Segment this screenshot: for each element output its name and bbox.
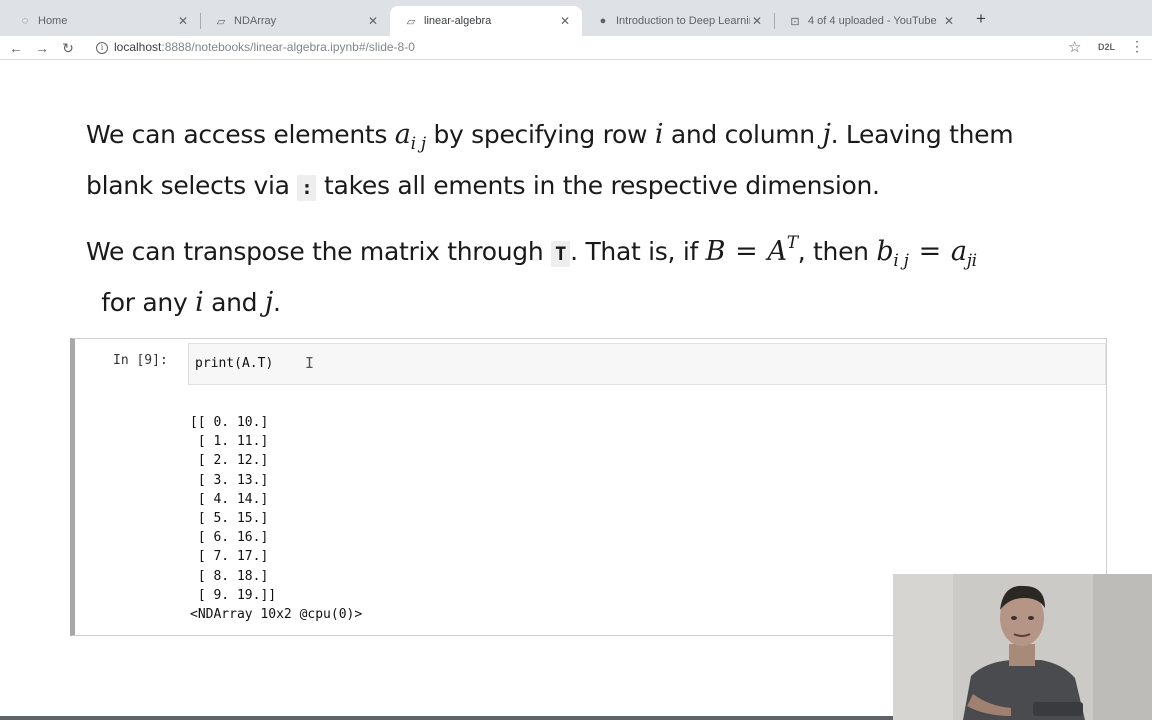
output-line: [ 8. 18.]	[190, 568, 269, 584]
browser-toolbar: ← → ↻ i localhost:8888/notebooks/linear-…	[0, 36, 1152, 60]
close-icon[interactable]: ✕	[176, 14, 190, 28]
text: for any	[86, 288, 196, 317]
output-line: [ 1. 11.]	[190, 434, 269, 450]
notebook-icon: ▱	[216, 15, 226, 28]
text: , then	[797, 237, 877, 266]
text: and	[203, 288, 265, 317]
address-bar[interactable]: localhost:8888/notebooks/linear-algebra.…	[114, 40, 415, 54]
math-bij: bi j	[876, 236, 909, 271]
output-line: [ 3. 13.]	[190, 472, 269, 488]
math-sup: T	[786, 233, 798, 253]
code-input[interactable]: print(A.T)	[195, 356, 273, 371]
output-line: [ 6. 16.]	[190, 530, 269, 546]
info-icon[interactable]: i	[96, 42, 108, 54]
code-input-area[interactable]: print(A.T) I	[188, 343, 1106, 385]
tab-linear-algebra[interactable]: ▱ linear-algebra ✕	[390, 6, 582, 36]
bottom-edge-bar	[0, 716, 893, 720]
math-equals: =	[918, 236, 942, 267]
presenter-image	[893, 574, 1152, 720]
math-base: A	[767, 236, 787, 267]
slide-paragraph-access: We can access elements ai j by specifyin…	[86, 114, 1086, 209]
upload-icon: ⊡	[790, 15, 800, 28]
kebab-menu-icon[interactable]: ⋮	[1130, 38, 1144, 55]
bookmark-star-icon[interactable]: ☆	[1068, 38, 1081, 56]
tab-title: NDArray	[234, 15, 277, 27]
globe-icon: ●	[599, 15, 607, 27]
math-sub: i j	[410, 134, 427, 154]
slide-paragraph-transpose: We can transpose the matrix through T. T…	[86, 223, 1086, 323]
tab-title: Introduction to Deep Learning	[616, 15, 750, 27]
back-arrow-icon[interactable]: ←	[6, 38, 26, 58]
url-path: :8888/notebooks/linear-algebra.ipynb#/sl…	[161, 40, 415, 54]
text: takes all ements in the respective dimen…	[316, 171, 880, 200]
tab-title: linear-algebra	[424, 15, 492, 27]
text: We can access elements	[86, 120, 395, 149]
notebook-icon: ▱	[406, 15, 416, 28]
presenter-webcam-video	[893, 574, 1152, 720]
math-B: B	[705, 236, 726, 267]
tab-youtube[interactable]: ⊡ 4 of 4 uploaded - YouTube ✕	[774, 6, 966, 36]
output-line: [ 4. 14.]	[190, 491, 269, 507]
close-icon[interactable]: ✕	[558, 14, 572, 28]
tab-strip: ◌ Home ✕ ▱ NDArray ✕ ▱ linear-algebra ✕ …	[0, 0, 1152, 36]
close-icon[interactable]: ✕	[750, 14, 764, 28]
math-AT: AT	[767, 233, 798, 267]
output-line: [ 2. 12.]	[190, 453, 269, 469]
tab-ndarray[interactable]: ▱ NDArray ✕	[200, 6, 390, 36]
math-base: a	[394, 119, 411, 150]
math-j: j	[264, 287, 273, 318]
cell-output: [[ 0. 10.] [ 1. 11.] [ 2. 12.] [ 3. 13.]…	[190, 413, 362, 624]
math-aji: aji	[950, 236, 977, 271]
text: by specifying row	[425, 120, 655, 149]
forward-arrow-icon[interactable]: →	[32, 38, 52, 58]
math-aij: ai j	[394, 119, 426, 154]
close-icon[interactable]: ✕	[942, 14, 956, 28]
tab-title: Home	[38, 15, 68, 27]
text: and column	[663, 120, 823, 149]
output-line: [ 9. 19.]]	[190, 587, 277, 603]
math-sub: ji	[966, 251, 977, 271]
text: . That is, if	[570, 237, 706, 266]
tab-title: 4 of 4 uploaded - YouTube	[808, 15, 937, 27]
output-line: [ 7. 17.]	[190, 549, 269, 565]
url-host: localhost	[114, 40, 162, 54]
reload-icon[interactable]: ↻	[58, 38, 78, 58]
math-base: a	[950, 236, 967, 267]
output-line: [ 5. 15.]	[190, 511, 269, 527]
inline-code-colon: :	[297, 175, 317, 201]
inline-code-T: T	[551, 241, 571, 267]
math-i: i	[654, 119, 664, 150]
loading-icon: ◌	[21, 15, 29, 27]
output-line: [[ 0. 10.]	[190, 415, 269, 430]
tab-intro-deep-learning[interactable]: ● Introduction to Deep Learning ✕	[582, 6, 774, 36]
math-equals: =	[735, 236, 758, 267]
close-icon[interactable]: ✕	[366, 14, 380, 28]
cell-prompt: In [9]:	[113, 353, 168, 368]
new-tab-icon[interactable]: +	[972, 10, 990, 28]
tab-home[interactable]: ◌ Home ✕	[4, 6, 200, 36]
math-j: j	[822, 119, 831, 150]
text: .	[272, 288, 281, 317]
math-base: b	[876, 236, 894, 267]
output-line: <NDArray 10x2 @cpu(0)>	[190, 607, 363, 623]
math-sub: i j	[893, 251, 909, 271]
text-cursor-icon: I	[305, 354, 315, 372]
text: We can transpose the matrix through	[86, 237, 552, 266]
extension-icon[interactable]: D2L	[1098, 42, 1115, 52]
